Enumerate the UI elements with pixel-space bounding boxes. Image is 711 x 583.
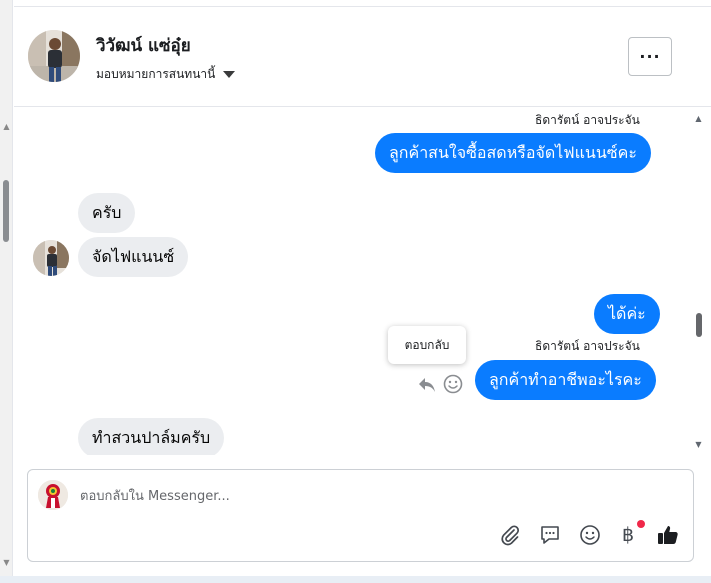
reply-input[interactable] [80, 485, 660, 507]
message-scrollbar[interactable]: ▲ ▼ [691, 108, 705, 455]
assign-label: มอบหมายการสนทนานี้ [96, 67, 216, 81]
scroll-down-arrow-icon[interactable]: ▼ [694, 440, 703, 449]
contact-avatar[interactable] [28, 30, 80, 82]
react-emoji-icon[interactable] [442, 373, 464, 395]
outgoing-message[interactable]: ลูกค้าสนใจซื้อสดหรือจัดไฟแนนซ์คะ [375, 133, 651, 173]
outgoing-message[interactable]: ได้ค่ะ [594, 294, 660, 334]
emoji-icon[interactable] [578, 523, 602, 547]
scroll-down-arrow-icon[interactable]: ▼ [2, 558, 11, 567]
chat-bubble-icon[interactable] [538, 523, 562, 547]
scroll-up-arrow-icon[interactable]: ▲ [2, 122, 11, 131]
contact-small-avatar[interactable] [33, 240, 69, 276]
message-composer: ฿ [27, 469, 694, 562]
page-avatar [38, 480, 68, 510]
page-scrollbar-thumb[interactable] [3, 180, 9, 242]
incoming-message[interactable]: ครับ [78, 193, 136, 233]
incoming-message[interactable]: จัดไฟแนนซ์ [78, 237, 189, 277]
conversation-header: วิวัฒน์ แซ่อุ๋ย มอบหมายการสนทนานี้ ··· [14, 7, 711, 107]
paperclip-icon[interactable] [498, 523, 522, 547]
sender-label: ธิดารัตน์ อาจประจัน [535, 339, 640, 353]
thumbs-up-icon[interactable] [656, 523, 680, 547]
page-scrollbar[interactable]: ▲ ▼ [0, 0, 13, 583]
notification-dot [637, 520, 645, 528]
reply-tooltip: ตอบกลับ [388, 326, 466, 364]
bottom-bar [0, 576, 711, 583]
baht-payment-icon[interactable]: ฿ [616, 523, 640, 547]
outgoing-message[interactable]: ลูกค้าทำอาชีพอะไรคะ [475, 360, 656, 400]
caret-down-icon [223, 71, 236, 78]
reply-icon[interactable] [416, 373, 438, 395]
scroll-up-arrow-icon[interactable]: ▲ [694, 114, 703, 123]
assign-conversation-dropdown[interactable]: มอบหมายการสนทนานี้ [96, 65, 236, 84]
incoming-message[interactable]: ทำสวนปาล์มครับ [78, 418, 225, 455]
contact-name[interactable]: วิวัฒน์ แซ่อุ๋ย [96, 32, 191, 59]
sender-label: ธิดารัตน์ อาจประจัน [535, 113, 640, 127]
more-options-button[interactable]: ··· [628, 37, 672, 76]
message-list: ธิดารัตน์ อาจประจัน ลูกค้าสนใจซื้อสดหรือ… [14, 108, 711, 455]
message-scrollbar-thumb[interactable] [696, 313, 702, 337]
conversation-panel: วิวัฒน์ แซ่อุ๋ย มอบหมายการสนทนานี้ ··· ธ… [14, 6, 711, 576]
